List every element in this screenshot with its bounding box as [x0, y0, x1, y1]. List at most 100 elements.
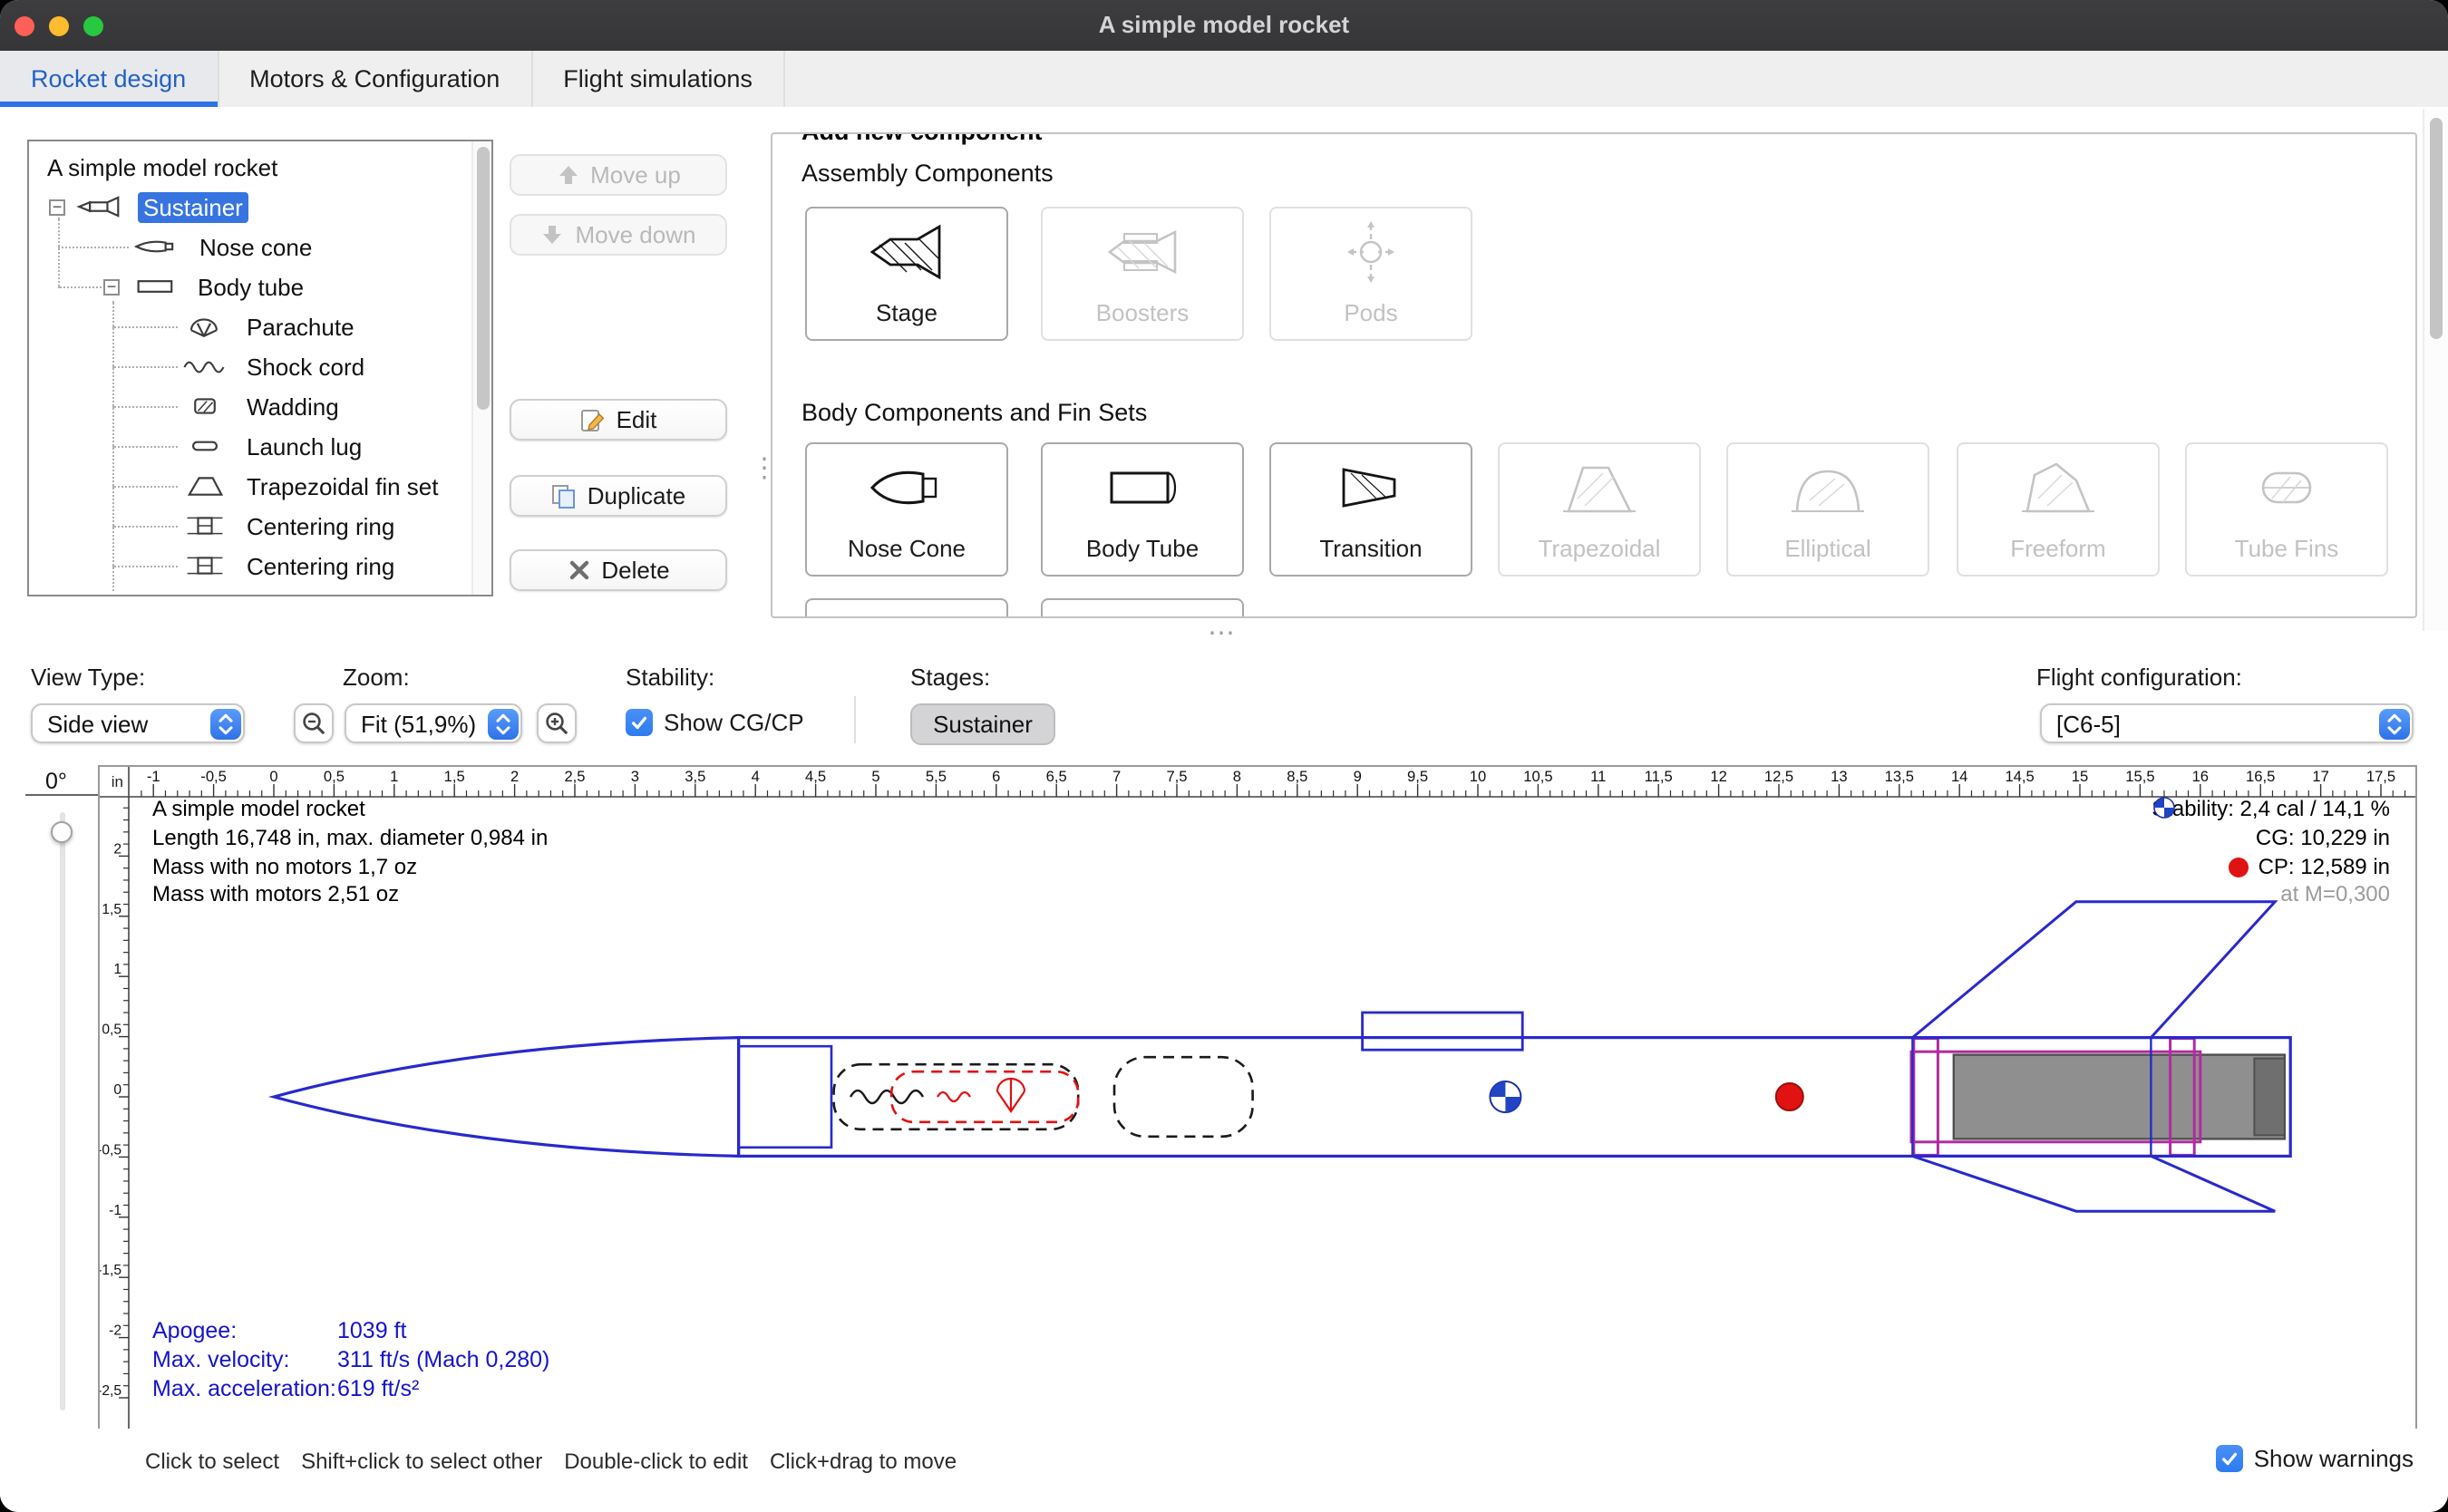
tree-item-shock-cord[interactable]: Shock cord	[241, 351, 370, 382]
max-acceleration-value: 619 ft/s²	[337, 1377, 419, 1402]
parachute-canopy-glyph	[997, 1079, 1025, 1111]
motor-shape[interactable]	[1954, 1055, 2285, 1139]
flight-configuration-select[interactable]: [C6-5]	[2040, 703, 2414, 743]
assembly-components-label: Assembly Components	[801, 160, 1054, 187]
nose-shoulder-shape[interactable]	[739, 1046, 831, 1148]
duplicate-icon	[551, 483, 577, 509]
launch-lug-shape[interactable]	[1363, 1013, 1523, 1050]
component-button-clipped-2[interactable]	[1041, 598, 1244, 618]
show-cg-cp-checkbox[interactable]: Show CG/CP	[626, 709, 804, 736]
move-down-label: Move down	[576, 221, 696, 248]
zoom-label: Zoom:	[343, 664, 410, 691]
motor-nozzle-shape[interactable]	[2254, 1059, 2284, 1136]
wadding-shape[interactable]	[1114, 1057, 1253, 1137]
tab-rocket-design[interactable]: Rocket design	[0, 51, 219, 107]
titlebar: A simple model rocket	[0, 0, 2448, 53]
flight-configuration-value: [C6-5]	[2042, 710, 2121, 737]
delete-label: Delete	[601, 557, 669, 584]
pods-icon	[1331, 219, 1411, 285]
freeform-fin-icon	[2018, 455, 2098, 520]
component-button-freeform: Freeform	[1957, 442, 2160, 577]
centering-ring-shape[interactable]	[1914, 1039, 1938, 1156]
fin-lower-shape[interactable]	[1912, 1156, 2275, 1211]
stage-toggle-sustainer[interactable]: Sustainer	[910, 703, 1055, 745]
component-button-clipped-1[interactable]	[805, 598, 1008, 618]
component-button-stage[interactable]: Stage	[805, 207, 1008, 341]
stage-icon	[867, 219, 947, 285]
zoom-out-button[interactable]	[294, 703, 334, 743]
component-button-body-tube[interactable]: Body Tube	[1041, 442, 1244, 577]
main-scrollbar[interactable]	[2423, 109, 2448, 631]
rotation-rule	[25, 794, 98, 796]
move-down-button: Move down	[510, 214, 727, 256]
zoom-out-icon	[301, 711, 326, 736]
delete-button[interactable]: Delete	[510, 549, 727, 591]
rocket-info-block: A simple model rocket Length 16,748 in, …	[152, 796, 548, 910]
tube-fins-icon	[2247, 455, 2327, 520]
rotation-angle-value: 0°	[25, 769, 87, 794]
arrow-up-icon	[556, 163, 579, 187]
elliptical-label: Elliptical	[1784, 535, 1870, 562]
design-upper-area: A simple model rocket Sustainer Nose con…	[0, 107, 2448, 631]
zoom-in-button[interactable]	[537, 703, 577, 743]
tree-item-wadding[interactable]: Wadding	[241, 391, 345, 422]
component-button-nose-cone[interactable]: Nose Cone	[805, 442, 1008, 577]
tree-item-root[interactable]: A simple model rocket	[42, 151, 283, 182]
transition-icon	[1331, 455, 1411, 520]
tree-scrollbar-thumb[interactable]	[476, 147, 489, 410]
stages-label: Stages:	[910, 664, 990, 691]
fin-upper-shape[interactable]	[1912, 902, 2275, 1038]
main-scrollbar-thumb[interactable]	[2429, 118, 2442, 339]
tree-expander[interactable]	[49, 199, 65, 215]
duplicate-button[interactable]: Duplicate	[510, 475, 727, 517]
component-button-transition[interactable]: Transition	[1269, 442, 1472, 577]
parachute-icon	[180, 314, 230, 339]
centering-ring-icon	[180, 513, 230, 538]
tab-flight-simulations[interactable]: Flight simulations	[532, 51, 785, 107]
parachute-shape[interactable]	[891, 1071, 1078, 1122]
tree-item-centering-ring[interactable]: Centering ring	[241, 510, 400, 541]
nose-cone-label: Nose Cone	[848, 535, 966, 562]
cp-text: CP: 12,589 in	[2259, 853, 2390, 882]
shock-cord-shape[interactable]	[834, 1064, 1079, 1129]
tree-item-parachute[interactable]: Parachute	[241, 311, 360, 342]
component-button-tube-fins: Tube Fins	[2185, 442, 2388, 577]
shock-cord-icon	[180, 354, 230, 379]
stage-label: Stage	[876, 299, 937, 326]
tab-motors-configuration[interactable]: Motors & Configuration	[219, 51, 532, 107]
edit-button[interactable]: Edit	[510, 399, 727, 441]
stability-block: Stability: 2,4 cal / 14,1 % CG: 10,229 i…	[2152, 796, 2390, 910]
zoom-select[interactable]: Fit (51,9%)	[345, 703, 522, 743]
max-velocity-value: 311 ft/s (Mach 0,280)	[337, 1347, 549, 1372]
tree-item-launch-lug[interactable]: Launch lug	[241, 431, 367, 461]
component-tree: A simple model rocket Sustainer Nose con…	[27, 140, 493, 596]
boosters-icon	[1103, 219, 1182, 285]
status-bar: Click to select Shift+click to select ot…	[0, 1429, 2448, 1512]
tree-item-body-tube[interactable]: Body tube	[192, 271, 309, 302]
show-warnings-checkbox[interactable]: Show warnings	[2216, 1445, 2414, 1472]
max-acceleration-label: Max. acceleration:	[152, 1375, 337, 1404]
nose-cone-shape[interactable]	[274, 1038, 739, 1157]
rocket-icon	[76, 194, 127, 219]
app-window: A simple model rocket Rocket design Moto…	[0, 0, 2448, 1512]
tree-scrollbar[interactable]	[471, 141, 491, 595]
boosters-label: Boosters	[1096, 299, 1190, 326]
rotation-slider-knob[interactable]	[51, 821, 73, 843]
add-component-panel: Add new component Assembly Components St…	[771, 132, 2417, 618]
tree-item-sustainer[interactable]: Sustainer	[138, 191, 248, 222]
tree-item-centering-ring[interactable]: Centering ring	[241, 550, 400, 581]
view-type-select[interactable]: Side view	[31, 703, 245, 743]
tree-expander[interactable]	[103, 278, 120, 295]
tree-item-nose-cone[interactable]: Nose cone	[194, 231, 317, 262]
tree-item-trapezoidal-fin-set[interactable]: Trapezoidal fin set	[241, 470, 444, 501]
rocket-mass-motors-text: Mass with motors 2,51 oz	[152, 882, 548, 911]
move-up-button: Move up	[510, 154, 727, 196]
popup-arrows-icon	[2378, 708, 2409, 739]
flight-configuration-label: Flight configuration:	[2036, 664, 2242, 691]
add-component-title: Add new component	[791, 132, 1054, 145]
simulation-results-block: Apogee:1039 ft Max. velocity:311 ft/s (M…	[152, 1316, 549, 1404]
body-tube-icon	[131, 274, 181, 299]
splitter-grip-horizontal[interactable]	[1208, 616, 1237, 649]
rocket-canvas[interactable]: in-1-0,500,511,522,533,544,555,566,577,5…	[98, 765, 2417, 1432]
show-warnings-label: Show warnings	[2254, 1445, 2414, 1472]
